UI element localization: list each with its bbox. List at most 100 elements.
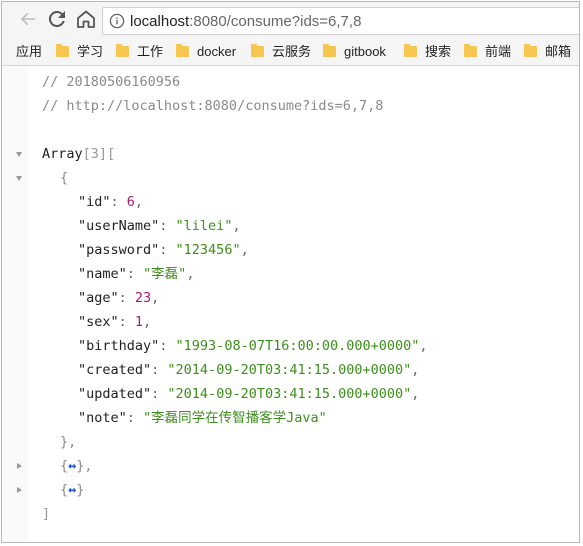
field-comma: ,	[151, 290, 160, 306]
field-colon: :	[126, 410, 144, 426]
folder-icon	[524, 44, 537, 57]
field-key: "id"	[78, 194, 111, 210]
array-open-bracket: [	[107, 146, 116, 162]
field-value: "1993-08-07T16:00:00.000+0000"	[175, 338, 420, 354]
folder-icon	[56, 44, 69, 57]
object-close-brace: },	[60, 434, 77, 450]
field-comma: ,	[143, 314, 152, 330]
collapsed-object[interactable]: {↔},	[60, 456, 93, 476]
field-key: "sex"	[78, 314, 119, 330]
back-button[interactable]	[16, 7, 40, 31]
bookmark-label: gitbook	[344, 44, 386, 59]
field-value: "李磊同学在传智播客学Java"	[143, 410, 327, 426]
field-row: "note": "李磊同学在传智播客学Java"	[78, 408, 327, 428]
bookmark-folder-cloud[interactable]: 云服务	[251, 44, 311, 60]
field-value: "2014-09-20T03:41:15.000+0000"	[167, 362, 412, 378]
field-value: "lilei"	[175, 218, 233, 234]
bookmark-label: 学习	[77, 44, 104, 59]
field-key: "name"	[78, 266, 127, 282]
field-colon: :	[118, 314, 135, 330]
url-path: :8080/consume?ids=6,7,8	[189, 13, 362, 30]
collapsed-close-brace: },	[76, 458, 93, 474]
field-key: "birthday"	[78, 338, 160, 354]
field-colon: :	[159, 218, 176, 234]
browser-toolbar: localhost:8080/consume?ids=6,7,8	[2, 2, 579, 38]
field-value: "李磊"	[143, 266, 187, 282]
collapsed-open-brace: {	[60, 458, 69, 474]
bookmarks-bar: 应用 学习 工作 docker 云服务 gitbook 搜索 前端 邮箱	[2, 38, 579, 66]
field-row: "age": 23,	[78, 288, 159, 308]
browser-window: localhost:8080/consume?ids=6,7,8 应用 学习 工…	[1, 1, 580, 543]
field-row: "created": "2014-09-20T03:41:15.000+0000…	[78, 360, 419, 380]
bookmark-folder-docker[interactable]: docker	[176, 44, 236, 60]
collapse-arrow-icon[interactable]	[16, 152, 22, 157]
json-viewer: // 20180506160956 // http://localhost:80…	[2, 66, 579, 542]
field-row: "sex": 1,	[78, 312, 151, 332]
field-colon: :	[151, 386, 168, 402]
collapsed-object[interactable]: {↔}	[60, 480, 84, 500]
field-key: "password"	[78, 242, 160, 258]
bookmark-folder-mail[interactable]: 邮箱	[524, 44, 571, 60]
expand-arrow-icon[interactable]	[17, 463, 22, 469]
bookmark-folder-search[interactable]: 搜索	[404, 44, 451, 60]
bookmark-apps[interactable]: 应用	[16, 44, 42, 60]
bookmark-folder-study[interactable]: 学习	[56, 44, 103, 60]
field-comma: ,	[232, 218, 241, 234]
field-colon: :	[159, 242, 176, 258]
bookmark-label: 前端	[485, 44, 512, 59]
home-button[interactable]	[74, 7, 98, 31]
collapsed-close-brace: }	[76, 482, 85, 498]
collapse-arrow-icon[interactable]	[16, 176, 22, 181]
expand-arrow-icon[interactable]	[17, 487, 22, 493]
field-comma: ,	[411, 386, 420, 402]
folder-icon	[251, 44, 264, 57]
field-comma: ,	[186, 266, 195, 282]
bookmark-label: 工作	[137, 44, 164, 59]
field-row: "name": "李磊",	[78, 264, 194, 284]
field-colon: :	[110, 194, 127, 210]
field-value: 1	[134, 314, 144, 330]
field-colon: :	[126, 266, 144, 282]
field-comma: ,	[134, 194, 144, 210]
bookmark-folder-frontend[interactable]: 前端	[464, 44, 511, 60]
array-close-bracket: ]	[42, 506, 51, 522]
field-comma: ,	[411, 362, 420, 378]
comment-url: // http://localhost:8080/consume?ids=6,7…	[42, 98, 384, 114]
field-value: "123456"	[175, 242, 241, 258]
back-arrow-icon	[20, 12, 35, 26]
bookmark-label: 云服务	[272, 44, 312, 59]
field-key: "userName"	[78, 218, 160, 234]
field-row: "password": "123456",	[78, 240, 249, 260]
collapsed-open-brace: {	[60, 482, 69, 498]
folder-icon	[116, 44, 129, 57]
field-key: "created"	[78, 362, 152, 378]
field-comma: ,	[419, 338, 428, 354]
array-header: Array[3][	[42, 144, 115, 164]
reload-icon	[48, 10, 65, 27]
home-icon	[77, 10, 95, 28]
bookmark-label: 应用	[16, 44, 43, 59]
info-icon[interactable]	[109, 13, 125, 29]
field-colon: :	[118, 290, 135, 306]
comment-timestamp: // 20180506160956	[42, 74, 181, 90]
array-label: Array	[42, 146, 83, 162]
field-colon: :	[159, 338, 176, 354]
folder-icon	[176, 44, 189, 57]
field-row: "id": 6,	[78, 192, 143, 212]
folder-icon	[464, 44, 477, 57]
array-count: [3]	[82, 146, 108, 162]
reload-button[interactable]	[45, 7, 69, 31]
fold-gutter	[2, 66, 28, 542]
url-text[interactable]: localhost:8080/consume?ids=6,7,8	[130, 13, 361, 30]
address-bar[interactable]: localhost:8080/consume?ids=6,7,8	[102, 7, 579, 35]
field-key: "note"	[78, 410, 127, 426]
bookmark-label: 邮箱	[545, 44, 572, 59]
field-value: 6	[126, 194, 135, 210]
bookmark-label: 搜索	[425, 44, 452, 59]
bookmark-folder-work[interactable]: 工作	[116, 44, 163, 60]
bookmark-folder-gitbook[interactable]: gitbook	[323, 44, 386, 60]
folder-icon	[323, 44, 336, 57]
field-row: "birthday": "1993-08-07T16:00:00.000+000…	[78, 336, 428, 356]
field-key: "updated"	[78, 386, 152, 402]
field-value: "2014-09-20T03:41:15.000+0000"	[167, 386, 412, 402]
